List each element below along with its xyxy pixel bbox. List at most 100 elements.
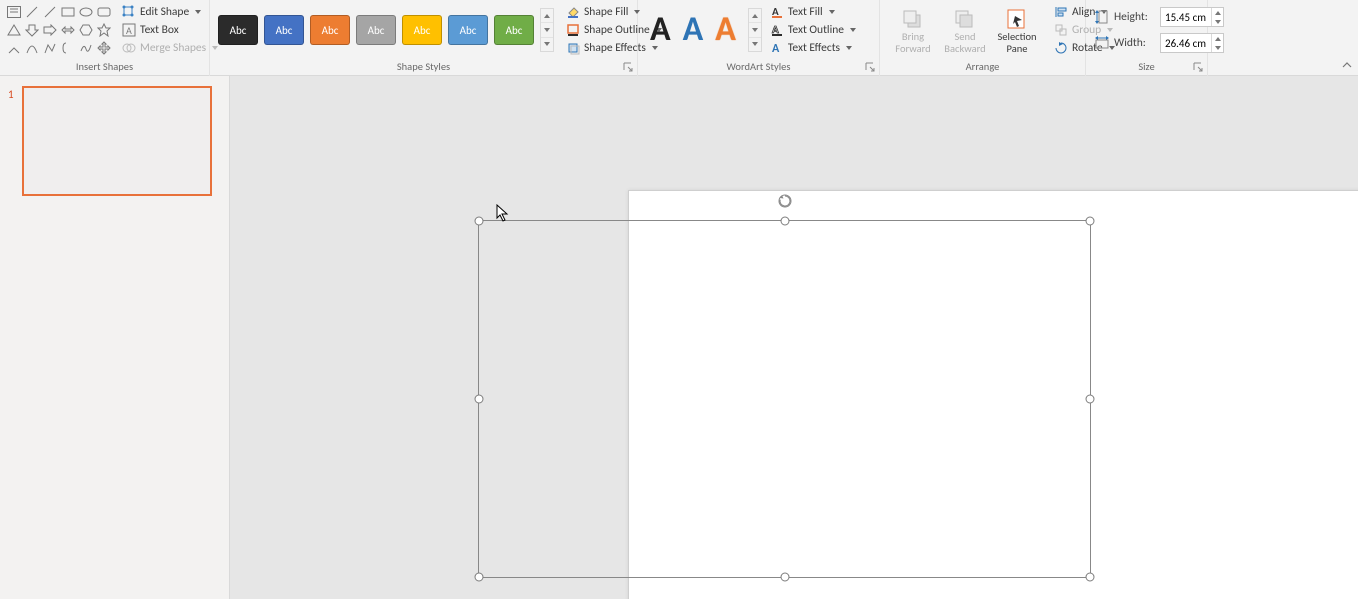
merge-shapes-button: Merge Shapes — [120, 40, 220, 56]
scroll-down-icon[interactable] — [541, 23, 553, 37]
resize-handle-nw[interactable] — [475, 217, 484, 226]
scroll-more-icon[interactable] — [541, 38, 553, 51]
shape-style-6[interactable]: Abc — [448, 15, 488, 45]
group-label-shape-styles: Shape Styles — [214, 58, 633, 76]
shape-hexagon-icon[interactable] — [78, 22, 94, 38]
shape-arrow-down-icon[interactable] — [24, 22, 40, 38]
spin-down-icon[interactable] — [1211, 17, 1223, 26]
shape-connector-icon[interactable] — [6, 40, 22, 56]
resize-handle-sw[interactable] — [475, 573, 484, 582]
scroll-down-icon[interactable] — [749, 23, 761, 37]
resize-handle-e[interactable] — [1086, 395, 1095, 404]
wordart-gallery[interactable]: A A A — [642, 15, 744, 45]
resize-handle-s[interactable] — [780, 573, 789, 582]
resize-handle-se[interactable] — [1086, 573, 1095, 582]
slide-thumbnail-1[interactable]: 1 — [8, 86, 221, 196]
collapse-ribbon-icon[interactable] — [1340, 60, 1354, 72]
text-effects-button[interactable]: A Text Effects — [768, 40, 858, 56]
text-box-label: Text Box — [140, 23, 179, 37]
shape-textbox-icon[interactable] — [6, 4, 22, 20]
text-box-icon: A — [122, 23, 136, 37]
edit-shape-label: Edit Shape — [140, 5, 189, 19]
shape-effects-label: Shape Effects — [584, 41, 646, 55]
shape-roundrect-icon[interactable] — [96, 4, 112, 20]
height-label: Height: — [1114, 10, 1156, 24]
ribbon: Edit Shape A Text Box Merge Shapes Inser… — [0, 0, 1358, 76]
shape-oval-icon[interactable] — [78, 4, 94, 20]
shape-style-1[interactable]: Abc — [218, 15, 258, 45]
shape-4arrow-icon[interactable] — [96, 40, 112, 56]
resize-handle-n[interactable] — [780, 217, 789, 226]
shape-styles-launcher[interactable] — [622, 61, 634, 73]
shape-style-4[interactable]: Abc — [356, 15, 396, 45]
height-input[interactable] — [1160, 7, 1224, 27]
scroll-up-icon[interactable] — [749, 9, 761, 23]
bring-forward-label: Bring Forward — [895, 31, 930, 55]
shape-star-icon[interactable] — [96, 22, 112, 38]
scroll-more-icon[interactable] — [749, 38, 761, 51]
text-fill-button[interactable]: A Text Fill — [768, 4, 858, 20]
group-insert-shapes: Edit Shape A Text Box Merge Shapes Inser… — [0, 0, 210, 76]
edit-shape-button[interactable]: Edit Shape — [120, 4, 220, 20]
text-box-button[interactable]: A Text Box — [120, 22, 220, 38]
text-outline-button[interactable]: A Text Outline — [768, 22, 858, 38]
wordart-style-2[interactable]: A — [683, 15, 704, 45]
align-icon — [1054, 5, 1068, 19]
group-shape-styles: Abc Abc Abc Abc Abc Abc Abc Shape Fill — [210, 0, 638, 76]
selection-pane-icon — [1003, 7, 1031, 31]
shape-style-7[interactable]: Abc — [494, 15, 534, 45]
svg-text:A: A — [126, 24, 132, 37]
send-backward-button: Send Backward — [940, 5, 990, 55]
spin-down-icon[interactable] — [1211, 43, 1223, 52]
size-launcher[interactable] — [1192, 61, 1204, 73]
slide-thumb-image[interactable] — [22, 86, 212, 196]
resize-handle-w[interactable] — [475, 395, 484, 404]
slide-thumbnails-panel[interactable]: 1 — [0, 76, 230, 599]
spin-up-icon[interactable] — [1211, 8, 1223, 17]
shape-line-icon[interactable] — [24, 4, 40, 20]
wordart-scroll[interactable] — [748, 8, 762, 52]
scroll-up-icon[interactable] — [541, 9, 553, 23]
shape-style-3[interactable]: Abc — [310, 15, 350, 45]
group-label-arrange: Arrange — [884, 58, 1081, 76]
wordart-style-3[interactable]: A — [715, 15, 736, 45]
shape-line2-icon[interactable] — [42, 4, 58, 20]
shape-style-gallery[interactable]: Abc Abc Abc Abc Abc Abc Abc — [214, 8, 558, 52]
shape-style-scroll[interactable] — [540, 8, 554, 52]
group-icon — [1054, 23, 1068, 37]
merge-shapes-icon — [122, 41, 136, 55]
wordart-launcher[interactable] — [864, 61, 876, 73]
shapes-gallery[interactable] — [4, 2, 114, 58]
svg-text:A: A — [772, 42, 780, 55]
shape-style-2[interactable]: Abc — [264, 15, 304, 45]
shape-style-5[interactable]: Abc — [402, 15, 442, 45]
bring-forward-icon — [899, 7, 927, 31]
width-field[interactable] — [1161, 37, 1211, 50]
height-icon — [1094, 9, 1110, 25]
selection-pane-button[interactable]: Selection Pane — [992, 5, 1042, 55]
shape-rect-icon[interactable] — [60, 4, 76, 20]
text-effects-label: Text Effects — [788, 41, 840, 55]
resize-handle-ne[interactable] — [1086, 217, 1095, 226]
shape-triangle-icon[interactable] — [6, 22, 22, 38]
height-field[interactable] — [1161, 11, 1211, 24]
shape-curve-icon[interactable] — [24, 40, 40, 56]
wordart-style-1[interactable]: A — [650, 15, 671, 45]
width-icon — [1094, 35, 1110, 51]
selected-shape[interactable] — [478, 220, 1091, 578]
slide-number: 1 — [8, 86, 16, 196]
width-input[interactable] — [1160, 33, 1224, 53]
group-label-insert-shapes: Insert Shapes — [4, 58, 205, 76]
shape-scribble-icon[interactable] — [78, 40, 94, 56]
shape-outline-icon — [566, 23, 580, 37]
spin-up-icon[interactable] — [1211, 34, 1223, 43]
shape-arrow-right-icon[interactable] — [42, 22, 58, 38]
bring-forward-button: Bring Forward — [888, 5, 938, 55]
shape-double-arrow-icon[interactable] — [60, 22, 76, 38]
shape-brace-icon[interactable] — [60, 40, 76, 56]
shape-freeform-icon[interactable] — [42, 40, 58, 56]
slide-canvas[interactable] — [230, 76, 1358, 599]
rotation-handle-icon[interactable] — [777, 193, 793, 209]
merge-shapes-label: Merge Shapes — [140, 41, 206, 55]
group-arrange: Bring Forward Send Backward Selection Pa… — [880, 0, 1086, 76]
